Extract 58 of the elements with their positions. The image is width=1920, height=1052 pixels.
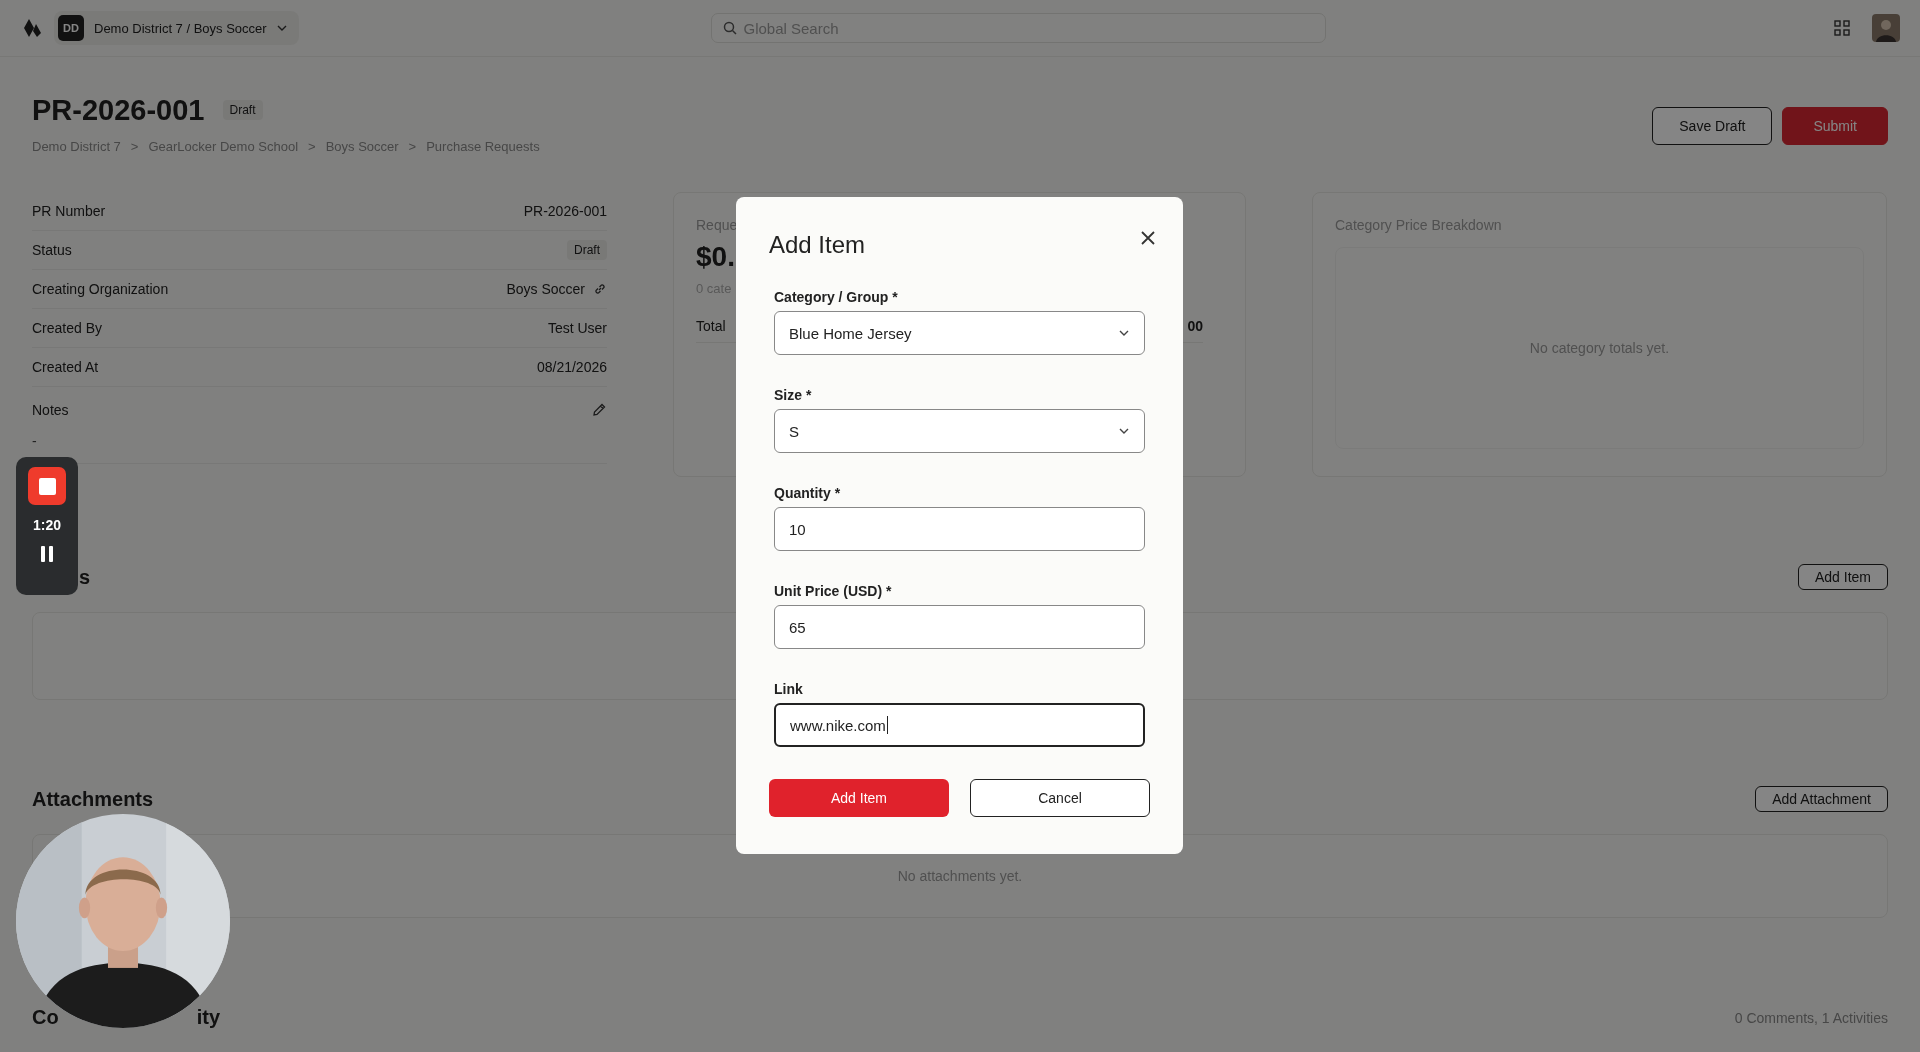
chevron-down-icon: [1118, 329, 1130, 337]
add-attachment-button[interactable]: Add Attachment: [1755, 786, 1888, 812]
detail-value: 08/21/2026: [536, 359, 607, 375]
chevron-down-icon: [276, 25, 287, 31]
add-item-button[interactable]: Add Item: [1797, 564, 1888, 590]
breadcrumb-separator: >: [130, 139, 139, 154]
logo-icon[interactable]: [22, 19, 42, 37]
activity-count: 0 Comments, 1 Activities: [1734, 1009, 1888, 1026]
status-badge: Draft: [222, 100, 263, 120]
input-field[interactable]: 65: [774, 605, 1145, 649]
field-label: Link: [774, 681, 804, 697]
select-field[interactable]: S: [774, 409, 1145, 453]
field-label: Size *: [774, 387, 813, 403]
chevron-down-icon: [1118, 427, 1130, 435]
detail-value: Boys Soccer: [506, 281, 585, 297]
notes-label: Notes: [32, 402, 69, 418]
field-label: Quantity *: [774, 485, 842, 501]
notes-value: -: [32, 433, 37, 449]
pencil-icon[interactable]: [591, 402, 607, 418]
detail-label: PR Number: [32, 203, 106, 219]
field-label: Unit Price (USD) *: [774, 583, 893, 599]
dialog-title: Add Item: [769, 231, 866, 259]
page-title: PR-2026-001: [32, 93, 205, 127]
status-badge: Draft: [567, 240, 607, 260]
total-amount: $0.: [696, 241, 735, 273]
pause-icon[interactable]: [40, 545, 54, 563]
input-field[interactable]: www.nike.com: [774, 703, 1145, 747]
input-field[interactable]: 10: [774, 507, 1145, 551]
section-title: Attachments: [32, 787, 154, 811]
section-title: ity: [196, 1006, 220, 1029]
cancel-button[interactable]: Cancel: [970, 779, 1150, 817]
link-icon[interactable]: [593, 282, 607, 296]
breadcrumb-separator: >: [308, 139, 316, 154]
total-value: 00: [1187, 318, 1203, 334]
org-name: Demo District 7 / Boys Soccer: [94, 20, 267, 36]
total-label: Total: [696, 318, 726, 334]
detail-label: Created By: [32, 320, 103, 336]
stop-button[interactable]: [28, 467, 66, 505]
close-icon[interactable]: [1140, 230, 1156, 246]
detail-value: PR-2026-001: [523, 203, 607, 219]
org-badge: DD: [58, 15, 84, 41]
avatar-icon[interactable]: [1872, 14, 1900, 42]
breadcrumb-separator: >: [408, 139, 417, 154]
grid-icon[interactable]: [1834, 20, 1850, 36]
recording-time: 1:20: [33, 517, 61, 533]
detail-label: Creating Organization: [32, 281, 169, 297]
save-draft-button[interactable]: Save Draft: [1652, 107, 1773, 145]
detail-value: Test User: [547, 320, 607, 336]
detail-label: Created At: [32, 359, 99, 375]
add-item-button[interactable]: Add Item: [769, 779, 949, 817]
submit-button[interactable]: Submit: [1782, 107, 1888, 145]
field-label: Category / Group *: [774, 289, 899, 305]
org-switcher[interactable]: DD Demo District 7 / Boys Soccer: [54, 11, 299, 45]
select-field[interactable]: Blue Home Jersey: [774, 311, 1145, 355]
detail-label: Status: [32, 242, 72, 258]
section-title: s: [79, 565, 91, 589]
search-icon: [722, 21, 737, 35]
section-title: Co: [32, 1006, 59, 1029]
